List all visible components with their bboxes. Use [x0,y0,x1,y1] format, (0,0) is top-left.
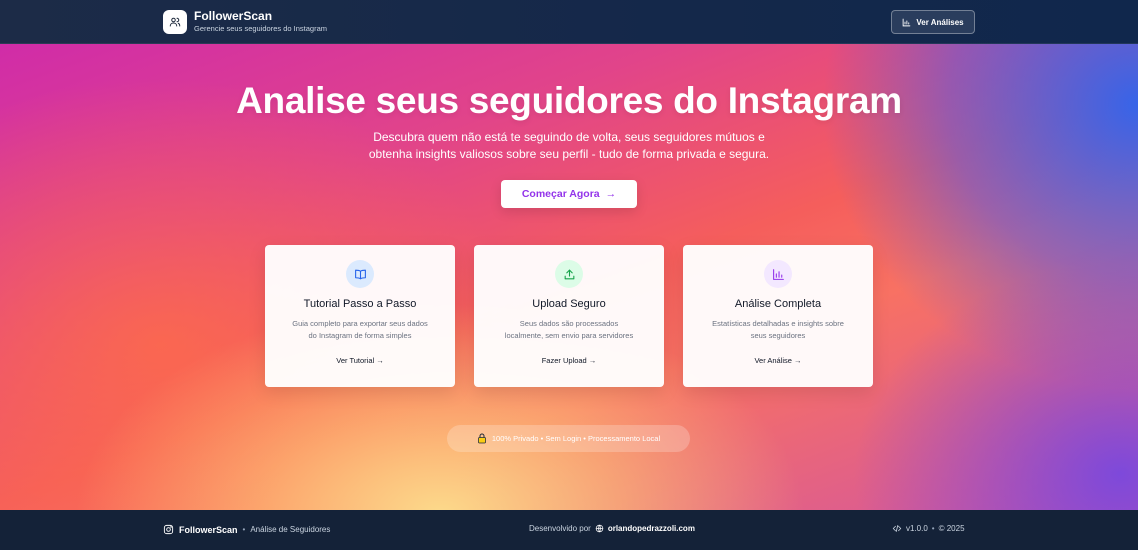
card-description-line-2: seus seguidores [750,331,806,340]
hero-description-line-2: obtenha insights valiosos sobre seu perf… [368,147,770,161]
hero-description: Descubra quem não está te seguindo de vo… [319,129,819,163]
view-analysis-label: Ver Análises [916,17,964,27]
upload-link[interactable]: Fazer Upload → [474,356,664,365]
view-analysis-button[interactable]: Ver Análises [891,10,975,34]
feature-card-tutorial: Tutorial Passo a Passo Guia completo par… [265,245,455,387]
top-navbar: FollowerScan Gerencie seus seguidores do… [0,0,1138,44]
view-tutorial-link[interactable]: Ver Tutorial → [265,356,455,365]
view-analysis-link[interactable]: Ver Análise → [683,356,873,365]
start-now-button[interactable]: Começar Agora → [501,180,637,208]
card-title: Upload Seguro [532,298,606,310]
privacy-text: 100% Privado • Sem Login • Processamento… [491,434,661,443]
card-description-line-2: localmente, sem envio para servidores [504,331,634,340]
lock-icon [477,433,486,444]
card-description: Estatísticas detalhadas e insights sobre… [695,318,861,342]
hero-title: Analise seus seguidores do Instagram [236,80,902,121]
instagram-icon [163,524,174,535]
card-title: Análise Completa [734,298,822,310]
card-description-line-1: Guia completo para exportar seus dados [292,319,428,328]
footer: FollowerScan • Análise de Seguidores Des… [0,510,1138,550]
card-description-line-1: Seus dados são processados [519,319,619,328]
arrow-right-icon: → [605,188,617,200]
footer-brand-group: FollowerScan • Análise de Seguidores [163,524,330,535]
bar-chart-icon [764,260,792,288]
card-description-line-2: do Instagram de forma simples [308,331,412,340]
users-icon [163,10,187,34]
upload-icon [555,260,583,288]
brand-title: FollowerScan [194,9,273,23]
card-description-line-1: Estatísticas detalhadas e insights sobre [712,319,844,328]
footer-meta: v1.0.0 • © 2025 [892,524,965,533]
start-now-label: Começar Agora [521,188,600,200]
footer-separator: • [242,525,246,534]
footer-tagline: Análise de Seguidores [250,525,331,534]
card-description: Guia completo para exportar seus dados d… [277,318,443,342]
brand-subtitle: Gerencie seus seguidores do Instagram [194,24,327,33]
feature-card-analysis: Análise Completa Estatísticas detalhadas… [683,245,873,387]
card-title: Tutorial Passo a Passo [303,298,417,310]
developer-prefix: Desenvolvido por [529,524,591,533]
copyright-label: © 2025 [938,524,965,533]
bar-chart-icon [903,18,911,26]
globe-icon [595,524,604,533]
card-description: Seus dados são processados localmente, s… [486,318,652,342]
code-icon [892,525,902,532]
hero-description-line-1: Descubra quem não está te seguindo de vo… [373,130,765,144]
feature-card-upload: Upload Seguro Seus dados são processados… [474,245,664,387]
footer-credits: Desenvolvido por orlandopedrazzoli.com [529,524,695,533]
hero-section: Analise seus seguidores do Instagram Des… [0,44,1138,510]
book-icon [346,260,374,288]
footer-brand: FollowerScan [179,524,238,535]
privacy-badge: 100% Privado • Sem Login • Processamento… [447,425,690,452]
developer-site-link[interactable]: orlandopedrazzoli.com [608,524,695,533]
footer-separator: • [931,524,935,533]
version-label: v1.0.0 [906,524,928,533]
brand[interactable]: FollowerScan Gerencie seus seguidores do… [163,10,327,34]
